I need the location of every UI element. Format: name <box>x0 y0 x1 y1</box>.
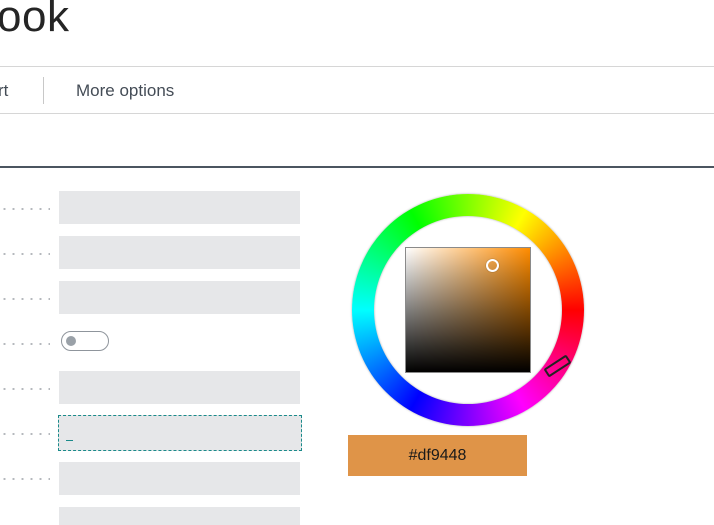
saturation-value-square[interactable] <box>405 247 531 373</box>
toolbar-separator <box>43 77 44 104</box>
toggle-switch[interactable] <box>61 331 109 351</box>
text-field-8[interactable] <box>59 507 300 525</box>
more-options-button[interactable]: More options <box>76 81 174 101</box>
field-label-3 <box>0 298 50 300</box>
text-field-7[interactable] <box>59 462 300 495</box>
header-divider <box>0 66 714 67</box>
saturation-value-handle[interactable] <box>486 259 499 272</box>
field-label-7 <box>0 478 50 480</box>
color-picker <box>352 194 584 426</box>
toggle-knob <box>66 336 76 346</box>
text-field-5[interactable] <box>59 371 300 404</box>
field-label-2 <box>0 253 50 255</box>
field-label-1 <box>0 208 50 210</box>
hex-value-field[interactable]: #df9448 <box>348 435 527 476</box>
toolbar-divider <box>0 113 714 114</box>
color-text-field[interactable] <box>58 415 302 451</box>
field-label-6 <box>0 433 50 435</box>
page: ook rt More options #df9448 <box>0 0 714 525</box>
text-caret <box>66 440 73 441</box>
field-label-4 <box>0 343 50 345</box>
field-label-5 <box>0 388 50 390</box>
page-title: ook <box>0 0 70 41</box>
text-field-2[interactable] <box>59 236 300 269</box>
text-field-3[interactable] <box>59 281 300 314</box>
section-divider <box>0 166 714 168</box>
toolbar-cut-button[interactable]: rt <box>0 81 8 101</box>
text-field-1[interactable] <box>59 191 300 224</box>
